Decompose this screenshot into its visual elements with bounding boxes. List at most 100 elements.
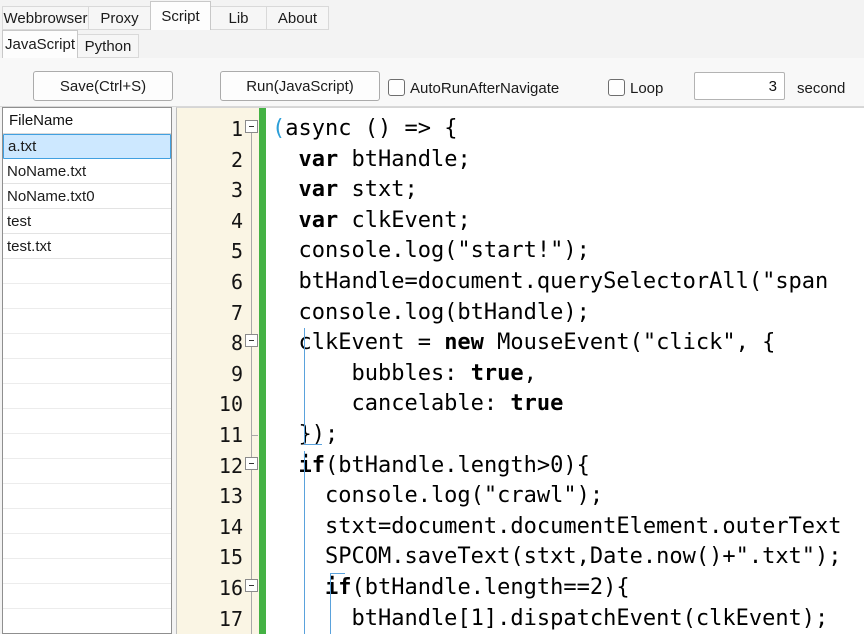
line-number: 13: [177, 481, 245, 512]
fold-margin: [245, 389, 259, 420]
code-line[interactable]: 11 });: [177, 420, 864, 451]
code-lines: 1(async () => {2 var btHandle;3 var stxt…: [177, 114, 864, 634]
line-number: 4: [177, 206, 245, 237]
code-line[interactable]: 15 SPCOM.saveText(stxt,Date.now()+".txt"…: [177, 542, 864, 573]
file-list: a.txtNoName.txtNoName.txt0testtest.txt: [3, 134, 171, 634]
fold-margin: [245, 298, 259, 329]
code-line[interactable]: 5 console.log("start!");: [177, 236, 864, 267]
code-line[interactable]: 13 console.log("crawl");: [177, 481, 864, 512]
tab-about[interactable]: About: [266, 6, 329, 30]
line-number: 11: [177, 420, 245, 451]
code-text: });: [259, 420, 864, 451]
code-line[interactable]: 12 if(btHandle.length>0){: [177, 451, 864, 482]
line-number: 6: [177, 267, 245, 298]
code-editor[interactable]: 1(async () => {2 var btHandle;3 var stxt…: [176, 107, 864, 634]
fold-toggle-icon[interactable]: [245, 457, 258, 470]
fold-margin: [245, 145, 259, 176]
file-row[interactable]: NoName.txt: [3, 159, 171, 184]
code-text: (async () => {: [259, 114, 864, 145]
fold-margin: [245, 236, 259, 267]
file-row-empty: [3, 259, 171, 284]
code-line[interactable]: 4 var clkEvent;: [177, 206, 864, 237]
file-row[interactable]: test.txt: [3, 234, 171, 259]
code-line[interactable]: 9 bubbles: true,: [177, 359, 864, 390]
fold-margin: [245, 604, 259, 634]
language-tab-bar: JavaScriptPython: [2, 30, 862, 58]
code-line[interactable]: 3 var stxt;: [177, 175, 864, 206]
line-number: 14: [177, 512, 245, 543]
line-number: 3: [177, 175, 245, 206]
file-row[interactable]: test: [3, 209, 171, 234]
line-number: 17: [177, 604, 245, 634]
toolbar: Save(Ctrl+S) Run(JavaScript) AutoRunAfte…: [0, 58, 864, 107]
fold-margin: [245, 359, 259, 390]
fold-margin: [245, 542, 259, 573]
file-row-empty: [3, 484, 171, 509]
code-text: var btHandle;: [259, 145, 864, 176]
fold-toggle-icon[interactable]: [245, 120, 258, 133]
file-row-empty: [3, 584, 171, 609]
code-line[interactable]: 14 stxt=document.documentElement.outerTe…: [177, 512, 864, 543]
file-row-empty: [3, 534, 171, 559]
code-text: console.log("start!");: [259, 236, 864, 267]
file-row[interactable]: NoName.txt0: [3, 184, 171, 209]
code-text: SPCOM.saveText(stxt,Date.now()+".txt");: [259, 542, 864, 573]
code-text: if(btHandle.length==2){: [259, 573, 864, 604]
file-row-empty: [3, 559, 171, 584]
tab-proxy[interactable]: Proxy: [88, 6, 151, 30]
code-line[interactable]: 6 btHandle=document.querySelectorAll("sp…: [177, 267, 864, 298]
fold-toggle-icon[interactable]: [245, 334, 258, 347]
code-line[interactable]: 8 clkEvent = new MouseEvent("click", {: [177, 328, 864, 359]
interval-unit-label: second: [797, 80, 845, 97]
fold-margin: [245, 420, 259, 451]
fold-toggle-icon[interactable]: [245, 579, 258, 592]
line-number: 16: [177, 573, 245, 604]
fold-margin: [245, 206, 259, 237]
code-text: bubbles: true,: [259, 359, 864, 390]
autorun-checkbox-label: AutoRunAfterNavigate: [410, 80, 559, 97]
fold-margin: [245, 328, 259, 359]
code-text: if(btHandle.length>0){: [259, 451, 864, 482]
code-text: btHandle[1].dispatchEvent(clkEvent);: [259, 604, 864, 634]
loop-checkbox[interactable]: [608, 79, 625, 96]
line-number: 8: [177, 328, 245, 359]
code-line[interactable]: 7 console.log(btHandle);: [177, 298, 864, 329]
code-text: stxt=document.documentElement.outerText: [259, 512, 864, 543]
fold-margin: [245, 481, 259, 512]
fold-margin: [245, 175, 259, 206]
file-row-empty: [3, 284, 171, 309]
code-text: clkEvent = new MouseEvent("click", {: [259, 328, 864, 359]
code-text: var stxt;: [259, 175, 864, 206]
tab-lib[interactable]: Lib: [210, 6, 267, 30]
code-line[interactable]: 16 if(btHandle.length==2){: [177, 573, 864, 604]
file-list-header: FileName: [3, 108, 171, 134]
interval-input[interactable]: [694, 72, 785, 100]
line-number: 10: [177, 389, 245, 420]
line-number: 12: [177, 451, 245, 482]
file-row-empty: [3, 334, 171, 359]
loop-checkbox-label: Loop: [630, 80, 663, 97]
code-text: console.log("crawl");: [259, 481, 864, 512]
code-line[interactable]: 17 btHandle[1].dispatchEvent(clkEvent);: [177, 604, 864, 634]
run-button[interactable]: Run(JavaScript): [220, 71, 380, 101]
main-tab-bar: WebbrowserProxyScriptLibAbout: [2, 0, 862, 30]
code-text: cancelable: true: [259, 389, 864, 420]
lang-tab-javascript[interactable]: JavaScript: [2, 30, 78, 58]
line-number: 7: [177, 298, 245, 329]
tab-webbrowser[interactable]: Webbrowser: [2, 6, 89, 30]
fold-margin: [245, 451, 259, 482]
tab-script[interactable]: Script: [150, 1, 211, 30]
line-number: 5: [177, 236, 245, 267]
code-line[interactable]: 2 var btHandle;: [177, 145, 864, 176]
line-number: 2: [177, 145, 245, 176]
file-row-empty: [3, 459, 171, 484]
fold-margin: [245, 114, 259, 145]
file-row-empty: [3, 409, 171, 434]
code-text: var clkEvent;: [259, 206, 864, 237]
save-button[interactable]: Save(Ctrl+S): [33, 71, 173, 101]
code-line[interactable]: 1(async () => {: [177, 114, 864, 145]
code-line[interactable]: 10 cancelable: true: [177, 389, 864, 420]
file-row-selected[interactable]: a.txt: [3, 134, 171, 159]
autorun-checkbox[interactable]: [388, 79, 405, 96]
lang-tab-python[interactable]: Python: [77, 34, 139, 58]
